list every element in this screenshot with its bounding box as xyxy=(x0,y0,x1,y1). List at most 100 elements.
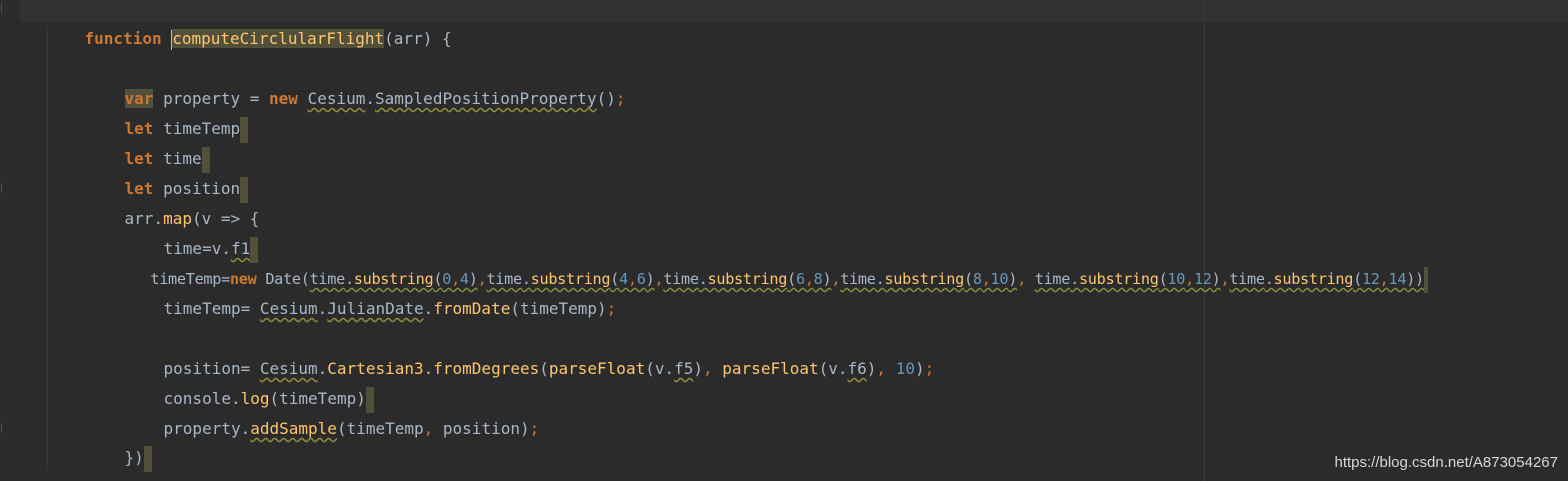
identifier-token: position) xyxy=(442,419,530,438)
paren-token: () xyxy=(596,89,616,108)
paren-token: ) xyxy=(693,359,704,378)
method-token: substring xyxy=(1078,270,1159,288)
paren-token: ( xyxy=(1353,270,1362,288)
method-token: parseFloat xyxy=(722,359,819,378)
comma-token: , xyxy=(654,270,664,288)
dot-token: . xyxy=(1070,270,1079,288)
code-line[interactable]: let time xyxy=(86,114,210,173)
code-line[interactable]: position= Cesium.Cartesian3.fromDegrees(… xyxy=(125,324,935,378)
identifier-token: timeTemp= xyxy=(163,299,260,318)
method-token: fromDegrees xyxy=(433,359,540,378)
dot-token: . xyxy=(317,299,328,318)
comma-token: , xyxy=(876,359,896,378)
comma-token: , xyxy=(1017,270,1026,288)
dot-token: . xyxy=(1264,270,1274,288)
dot-token: . xyxy=(423,299,434,318)
paren-token: )) xyxy=(1406,270,1424,288)
comma-token: , xyxy=(1185,270,1194,288)
paren-token: ) xyxy=(914,359,925,378)
identifier-token: time xyxy=(840,270,876,288)
code-editor[interactable]: function computeCirclularFlight(arr) { v… xyxy=(0,0,1568,481)
identifier-token: Cesium xyxy=(307,89,366,108)
number-token: 12 xyxy=(1193,270,1212,288)
code-line[interactable]: let position xyxy=(86,144,249,203)
paren-token: ) xyxy=(866,359,877,378)
method-token: substring xyxy=(884,270,964,288)
paren-token: ( xyxy=(539,359,549,378)
number-token: 8 xyxy=(813,270,823,288)
paren-token: ) xyxy=(1008,270,1018,288)
fold-marker-icon[interactable] xyxy=(1,3,6,13)
arguments-token: (timeTemp) xyxy=(510,299,607,318)
comma-token: , xyxy=(1220,270,1230,288)
semicolon-token: ; xyxy=(606,299,617,318)
paren-token: ( xyxy=(384,29,394,48)
comma-token: , xyxy=(1379,270,1389,288)
identifier-token: time xyxy=(1229,270,1265,288)
method-token: fromDate xyxy=(433,299,511,318)
code-line[interactable]: console.log(timeTemp) xyxy=(125,354,374,413)
number-token: 6 xyxy=(795,270,805,288)
semicolon-token: ; xyxy=(615,89,626,108)
watermark-url: https://blog.csdn.net/A873054267 xyxy=(1334,454,1558,471)
property-token: f5 xyxy=(674,359,694,378)
code-line[interactable]: arr.map(v => { xyxy=(86,174,260,228)
code-line[interactable]: property.addSample(timeTemp, position); xyxy=(125,384,540,438)
identifier-token: time xyxy=(663,270,699,288)
comma-token: , xyxy=(804,270,814,288)
comma-token: , xyxy=(831,270,841,288)
missing-semicolon-marker xyxy=(240,116,249,143)
code-line[interactable]: }) xyxy=(86,413,152,472)
semicolon-token: ; xyxy=(529,419,540,438)
identifier-token: Cesium xyxy=(259,299,318,318)
method-token: addSample xyxy=(250,419,337,438)
number-token: 10 xyxy=(990,270,1009,288)
param-token: arr xyxy=(393,29,423,48)
comma-token: , xyxy=(423,419,443,438)
code-line[interactable]: return property; xyxy=(86,444,279,481)
method-token: substring xyxy=(707,270,788,288)
dot-token: . xyxy=(365,89,376,108)
code-line[interactable]: var property = new Cesium.SampledPositio… xyxy=(86,54,625,108)
number-token: 10 xyxy=(1167,270,1186,288)
dot-token: . xyxy=(240,419,251,438)
dot-token: . xyxy=(423,359,434,378)
identifier-token: time xyxy=(1034,270,1071,288)
arguments-token: (timeTemp xyxy=(336,419,424,438)
number-token: 6 xyxy=(636,270,646,288)
number-token: 8 xyxy=(972,270,982,288)
code-line[interactable]: time=v.f1 xyxy=(125,204,259,263)
paren-token: ) xyxy=(422,29,433,48)
code-line[interactable]: function computeCirclularFlight(arr) { xyxy=(46,0,452,50)
code-line[interactable]: timeTemp= Cesium.JulianDate.fromDate(tim… xyxy=(125,264,617,318)
dot-token: . xyxy=(698,270,708,288)
identifier-token: JulianDate xyxy=(327,299,424,318)
identifier-token: property xyxy=(163,419,241,438)
paren-token: ( xyxy=(964,270,973,288)
paren-token: ( xyxy=(787,270,796,288)
identifier-token: (v. xyxy=(645,359,675,378)
identifier-token: (v. xyxy=(818,359,848,378)
keyword-token: new xyxy=(269,89,298,108)
comma-token: , xyxy=(627,270,637,288)
number-token: 4 xyxy=(619,270,628,288)
method-token: parseFloat xyxy=(548,359,646,378)
property-token: f6 xyxy=(847,359,867,378)
method-token: substring xyxy=(1273,270,1354,288)
indent-guide xyxy=(47,28,48,468)
code-line[interactable]: let timeTemp xyxy=(86,84,249,143)
fold-marker-icon[interactable] xyxy=(1,183,6,193)
identifier-token: SampledPositionProperty xyxy=(375,89,597,108)
comma-token: , xyxy=(981,270,991,288)
editor-gutter xyxy=(0,0,20,481)
missing-semicolon-marker xyxy=(1423,266,1428,293)
semicolon-token: ; xyxy=(924,359,935,378)
code-line[interactable]: timeTemp=new Date(time.substring(0,4),ti… xyxy=(115,234,1428,293)
comma-token: , xyxy=(703,359,723,378)
number-token: 12 xyxy=(1361,270,1380,288)
fold-marker-icon[interactable] xyxy=(1,423,6,433)
function-name-token: computeCirclularFlight xyxy=(172,29,385,48)
brace-token: { xyxy=(432,29,452,48)
